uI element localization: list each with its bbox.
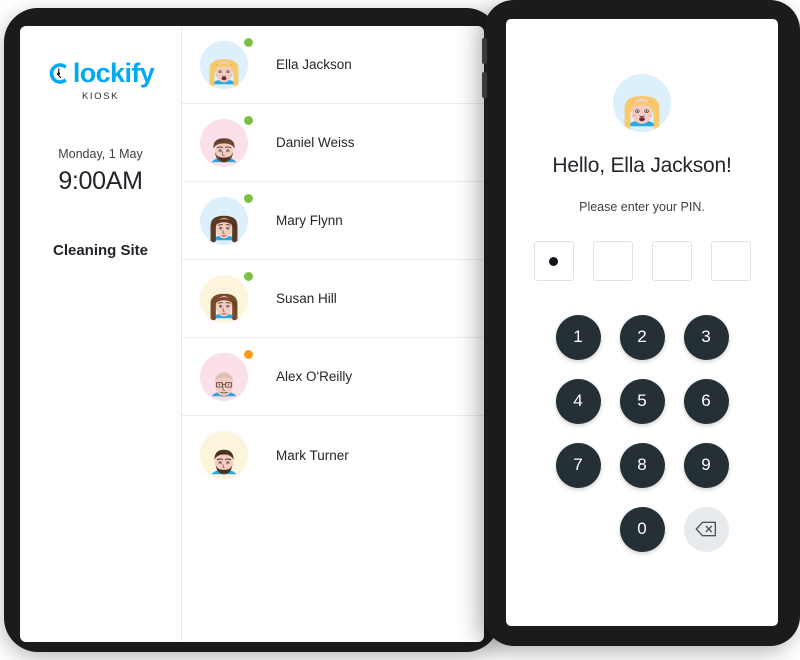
user-name: Susan Hill bbox=[276, 291, 337, 306]
avatar bbox=[200, 193, 253, 245]
keypad-key-7[interactable]: 7 bbox=[555, 442, 601, 488]
status-dot-online bbox=[244, 271, 253, 281]
pin-keypad: 123 456 7890 bbox=[546, 313, 738, 553]
avatar-image bbox=[200, 274, 248, 323]
user-list-item[interactable]: Ella Jackson bbox=[182, 26, 484, 104]
user-name: Mary Flynn bbox=[276, 213, 343, 228]
user-list-item[interactable]: Susan Hill bbox=[182, 260, 484, 338]
keypad-key-8[interactable]: 8 bbox=[619, 442, 665, 488]
avatar-image bbox=[200, 118, 248, 167]
user-list-item[interactable]: Alex O'Reilly bbox=[182, 338, 484, 416]
greeting-text: Hello, Ella Jackson! bbox=[552, 154, 732, 177]
keypad-key-3[interactable]: 3 bbox=[683, 314, 729, 360]
keypad-key-2[interactable]: 2 bbox=[619, 314, 665, 360]
kiosk-subtitle: KIOSK bbox=[81, 91, 120, 102]
user-list-item[interactable]: Mary Flynn bbox=[182, 182, 484, 260]
pin-entry-panel: Hello, Ella Jackson! Please enter your P… bbox=[506, 19, 778, 626]
pin-prompt-text: Please enter your PIN. bbox=[579, 200, 705, 214]
keypad-key-0[interactable]: 0 bbox=[619, 506, 665, 552]
avatar bbox=[200, 431, 248, 479]
avatar-image bbox=[200, 196, 248, 245]
avatar-image bbox=[200, 40, 248, 89]
avatar-image bbox=[200, 352, 248, 401]
user-name: Daniel Weiss bbox=[276, 135, 355, 150]
status-dot-online bbox=[244, 193, 253, 203]
pin-digit-box[interactable] bbox=[651, 241, 692, 281]
selected-user-avatar-image bbox=[613, 74, 671, 132]
volume-up-button[interactable] bbox=[482, 38, 487, 64]
user-list: Ella Jackson Daniel Weiss Mary Flynn Sus… bbox=[182, 26, 484, 642]
pin-digit-box[interactable] bbox=[592, 241, 633, 281]
user-list-item[interactable]: Mark Turner bbox=[182, 416, 484, 494]
status-dot-online bbox=[244, 115, 253, 125]
kiosk-mockup: lockify KIOSK Monday, 1 May 9:00AM Clean… bbox=[0, 0, 800, 660]
user-name: Ella Jackson bbox=[276, 57, 352, 72]
clockify-c-clock-icon bbox=[47, 61, 72, 86]
status-dot-away bbox=[244, 349, 253, 359]
clockify-wordmark: lockify bbox=[72, 58, 155, 88]
kiosk-info-sidebar: lockify KIOSK Monday, 1 May 9:00AM Clean… bbox=[20, 26, 182, 642]
user-list-item[interactable]: Daniel Weiss bbox=[182, 104, 484, 182]
avatar-image bbox=[200, 431, 248, 479]
user-name: Alex O'Reilly bbox=[276, 369, 353, 384]
right-tablet-screen: Hello, Ella Jackson! Please enter your P… bbox=[506, 19, 778, 626]
pin-filled-dot bbox=[549, 256, 558, 266]
keypad-key-9[interactable]: 9 bbox=[683, 442, 729, 488]
pin-digit-box[interactable] bbox=[710, 241, 751, 281]
volume-down-button[interactable] bbox=[482, 72, 487, 98]
left-tablet-screen: lockify KIOSK Monday, 1 May 9:00AM Clean… bbox=[20, 26, 484, 642]
keypad-key-4[interactable]: 4 bbox=[555, 378, 601, 424]
status-dot-online bbox=[244, 37, 253, 47]
clock-block: Monday, 1 May 9:00AM bbox=[20, 147, 181, 196]
backspace-icon[interactable] bbox=[683, 506, 729, 552]
avatar bbox=[200, 115, 253, 167]
current-time: 9:00AM bbox=[58, 167, 143, 195]
site-name: Cleaning Site bbox=[52, 242, 149, 259]
pin-digit-box[interactable] bbox=[533, 241, 574, 281]
current-date: Monday, 1 May bbox=[58, 147, 143, 161]
keypad-key-6[interactable]: 6 bbox=[683, 378, 729, 424]
pin-input-group[interactable] bbox=[533, 241, 751, 281]
avatar bbox=[200, 271, 253, 323]
keypad-key-1[interactable]: 1 bbox=[555, 314, 601, 360]
user-name: Mark Turner bbox=[276, 447, 349, 463]
keypad-key-5[interactable]: 5 bbox=[619, 378, 665, 424]
avatar bbox=[200, 37, 253, 89]
selected-user-avatar bbox=[613, 74, 671, 132]
avatar bbox=[200, 349, 253, 401]
clockify-logo: lockify bbox=[20, 60, 181, 87]
right-tablet-frame: Hello, Ella Jackson! Please enter your P… bbox=[482, 0, 800, 646]
left-tablet-frame: lockify KIOSK Monday, 1 May 9:00AM Clean… bbox=[4, 8, 500, 652]
